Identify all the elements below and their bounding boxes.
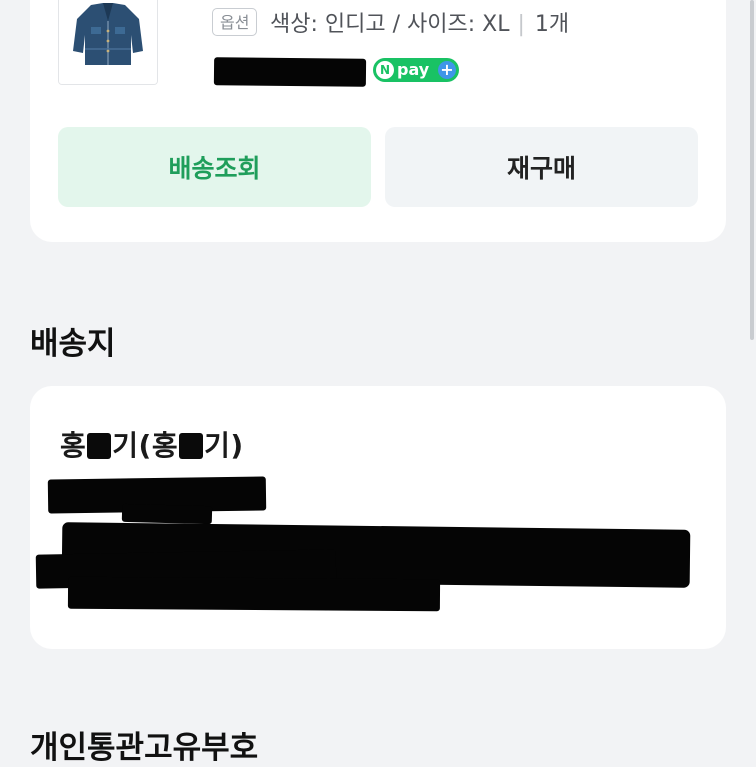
recipient-name-part2: 기(홍 bbox=[112, 429, 179, 462]
npay-plus-logo: N pay + bbox=[373, 58, 459, 82]
price-redaction bbox=[213, 57, 367, 87]
address-section-title: 배송지 bbox=[30, 326, 116, 362]
recipient-name: 홍 기(홍 기) bbox=[60, 424, 244, 464]
recipient-name-part3: 기) bbox=[204, 429, 244, 462]
option-badge: 옵션 bbox=[212, 8, 258, 36]
name-redaction bbox=[87, 433, 112, 459]
product-thumbnail[interactable] bbox=[58, 0, 158, 85]
customs-section-title: 개인통관고유부호 bbox=[30, 730, 259, 766]
address-redaction-3 bbox=[67, 576, 441, 612]
option-details: 색상: 인디고 / 사이즈: XL | 1개 bbox=[270, 6, 569, 38]
name-redaction bbox=[179, 433, 204, 459]
denim-jacket-image bbox=[59, 0, 157, 84]
track-delivery-button[interactable]: 배송조회 bbox=[58, 127, 371, 207]
npay-label: pay bbox=[397, 60, 430, 79]
npay-plus-icon: + bbox=[438, 61, 456, 79]
npay-n-icon: N bbox=[376, 61, 394, 79]
rebuy-button[interactable]: 재구매 bbox=[385, 127, 698, 207]
phone-redaction-tail bbox=[121, 503, 213, 525]
scrollbar[interactable] bbox=[750, 0, 754, 340]
option-text: 색상: 인디고 / 사이즈: XL bbox=[270, 12, 510, 37]
order-quantity: 1개 bbox=[534, 12, 570, 37]
option-divider: | bbox=[517, 12, 525, 37]
recipient-name-part1: 홍 bbox=[60, 429, 87, 462]
